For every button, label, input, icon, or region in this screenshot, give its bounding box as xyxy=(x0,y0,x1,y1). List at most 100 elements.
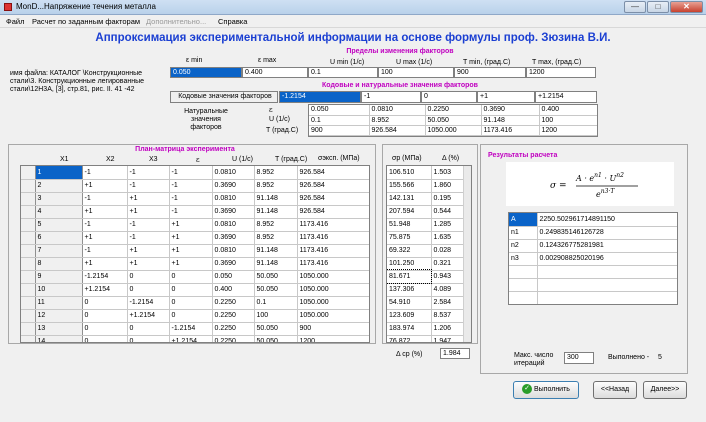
row-marker[interactable] xyxy=(21,205,36,219)
plan-cell[interactable]: 0.1 xyxy=(254,296,298,310)
plan-cell[interactable]: 0.050 xyxy=(212,270,255,284)
plan-cell[interactable]: 91.148 xyxy=(254,244,298,258)
calc-cell[interactable]: 75.875 xyxy=(387,231,432,245)
table-row[interactable]: 110-1.215400.22500.11050.00056.367 xyxy=(21,296,369,310)
plan-cell[interactable]: +1 xyxy=(82,231,128,245)
table-row[interactable]: 76.872 1.947 xyxy=(387,335,464,342)
calc-cell[interactable]: 54.910 xyxy=(387,296,432,310)
natural-cell[interactable]: 0.2250 xyxy=(425,105,482,116)
coeff-value[interactable]: 2250.502961714891150 xyxy=(537,213,677,227)
plan-cell[interactable]: 91.148 xyxy=(254,205,298,219)
table-row[interactable]: 75.875 1.635 xyxy=(387,231,464,245)
natural-cell[interactable]: 100 xyxy=(539,115,597,126)
plan-cell[interactable]: 0.0810 xyxy=(212,166,255,180)
coeff-value[interactable]: 0.002908825020196 xyxy=(537,252,677,266)
next-button[interactable]: Далее>> xyxy=(643,381,687,399)
emax-input[interactable]: 0.400 xyxy=(242,67,308,78)
plan-cell[interactable]: 50.050 xyxy=(254,335,298,342)
row-marker[interactable] xyxy=(21,335,36,342)
plan-cell[interactable]: 0.3690 xyxy=(212,257,255,271)
plan-cell[interactable]: 0 xyxy=(82,322,128,336)
table-row[interactable]: 7-1+1+10.081091.1481173.41669.341 xyxy=(21,244,369,258)
plan-cell[interactable]: 8.952 xyxy=(254,179,298,193)
max-iter-input[interactable]: 300 xyxy=(564,352,594,364)
natural-cell[interactable]: 0.3690 xyxy=(481,105,540,116)
calc-table[interactable]: 106.510 1.503 155.566 1.860 142.131 0.195 207.… xyxy=(386,165,472,343)
plan-cell[interactable]: 0 xyxy=(127,270,170,284)
coeffs-table[interactable]: A 2250.502961714891150 n1 0.249835146126728… xyxy=(508,212,678,305)
plan-cell[interactable]: -1 xyxy=(127,231,170,245)
plan-cell[interactable]: 0 xyxy=(127,335,170,342)
plan-cell[interactable]: 0 xyxy=(127,283,170,297)
calc-cell[interactable]: 123.609 xyxy=(387,309,432,323)
plan-cell[interactable]: 0.400 xyxy=(212,283,255,297)
natural-cell[interactable]: 1050.000 xyxy=(425,125,482,136)
row-index[interactable]: 12 xyxy=(35,309,83,323)
plan-cell[interactable]: 0.2250 xyxy=(212,322,255,336)
calc-cell[interactable]: 155.566 xyxy=(387,179,432,193)
row-marker[interactable] xyxy=(21,270,36,284)
calc-cell[interactable]: 183.974 xyxy=(387,322,432,336)
plan-cell[interactable]: 900 xyxy=(297,322,369,336)
umin-input[interactable]: 0.1 xyxy=(308,67,378,78)
row-index[interactable]: 13 xyxy=(35,322,83,336)
natural-cell[interactable]: 91.148 xyxy=(481,115,540,126)
calc-cell[interactable]: 0.943 xyxy=(431,270,464,284)
plan-cell[interactable]: 0.3690 xyxy=(212,231,255,245)
row-marker[interactable] xyxy=(21,231,36,245)
plan-cell[interactable]: 1050.000 xyxy=(297,270,369,284)
table-row[interactable]: 2+1-1-10.36908.952926.584152.726 xyxy=(21,179,369,193)
row-index[interactable]: 2 xyxy=(35,179,83,193)
calc-cell[interactable]: 69.322 xyxy=(387,244,432,258)
table-row[interactable]: 6+1-1+10.36908.9521173.41674.654 xyxy=(21,231,369,245)
calc-scrollbar[interactable] xyxy=(463,166,471,342)
natural-cell[interactable]: 8.952 xyxy=(369,115,426,126)
plan-cell[interactable]: 0 xyxy=(169,283,213,297)
table-row[interactable]: 142.131 0.195 xyxy=(387,192,464,206)
table-row[interactable]: 155.566 1.860 xyxy=(387,179,464,193)
table-row[interactable]: 1400+1.21540.225050.050120075.404 xyxy=(21,335,369,342)
plan-cell[interactable]: -1.2154 xyxy=(82,270,128,284)
plan-cell[interactable]: -1 xyxy=(127,179,170,193)
plan-cell[interactable]: -1 xyxy=(169,179,213,193)
table-row[interactable]: 69.322 0.028 xyxy=(387,244,464,258)
coeff-row[interactable]: n3 0.002908825020196 xyxy=(509,252,677,266)
row-index[interactable]: 10 xyxy=(35,283,83,297)
plan-cell[interactable]: 0 xyxy=(169,270,213,284)
tmax-input[interactable]: 1200 xyxy=(526,67,596,78)
close-button[interactable]: ✕ xyxy=(670,1,703,13)
table-row[interactable]: 1300-1.21540.225050.050900181.781 xyxy=(21,322,369,336)
calc-cell[interactable]: 0.321 xyxy=(431,257,464,271)
row-index[interactable]: 1 xyxy=(35,166,83,180)
calc-cell[interactable]: 1.206 xyxy=(431,322,464,336)
plan-cell[interactable]: 50.050 xyxy=(254,270,298,284)
plan-cell[interactable]: 0 xyxy=(82,335,128,342)
plan-cell[interactable]: 0.2250 xyxy=(212,335,255,342)
plan-cell[interactable]: 0 xyxy=(169,309,213,323)
row-marker[interactable] xyxy=(21,309,36,323)
plan-cell[interactable]: 1050.000 xyxy=(297,296,369,310)
plan-cell[interactable]: 0.3690 xyxy=(212,205,255,219)
plan-cell[interactable]: 0.3690 xyxy=(212,179,255,193)
calc-cell[interactable]: 76.872 xyxy=(387,335,432,342)
row-marker[interactable] xyxy=(21,166,36,180)
plan-cell[interactable]: 91.148 xyxy=(254,192,298,206)
plan-cell[interactable]: 1050.000 xyxy=(297,283,369,297)
calc-cell[interactable]: 81.671 xyxy=(387,269,432,284)
plan-cell[interactable]: 1200 xyxy=(297,335,369,342)
row-index[interactable]: 9 xyxy=(35,270,83,284)
menu-calc-by-factors[interactable]: Расчет по заданным факторам xyxy=(32,17,140,26)
calc-cell[interactable]: 1.635 xyxy=(431,231,464,245)
natural-cell[interactable]: 0.0810 xyxy=(369,105,426,116)
maximize-button[interactable]: □ xyxy=(647,1,669,13)
back-button[interactable]: <<Назад xyxy=(593,381,637,399)
row-marker[interactable] xyxy=(21,244,36,258)
table-row[interactable]: 183.974 1.206 xyxy=(387,322,464,336)
table-row[interactable]: 106.510 1.503 xyxy=(387,166,464,180)
plan-cell[interactable]: +1 xyxy=(169,231,213,245)
calc-cell[interactable]: 1.860 xyxy=(431,179,464,193)
table-row[interactable]: 81.671 0.943 xyxy=(387,269,464,284)
coded-value[interactable]: 0 xyxy=(421,91,477,103)
plan-cell[interactable]: 1173.416 xyxy=(297,257,369,271)
plan-cell[interactable]: -1 xyxy=(82,192,128,206)
